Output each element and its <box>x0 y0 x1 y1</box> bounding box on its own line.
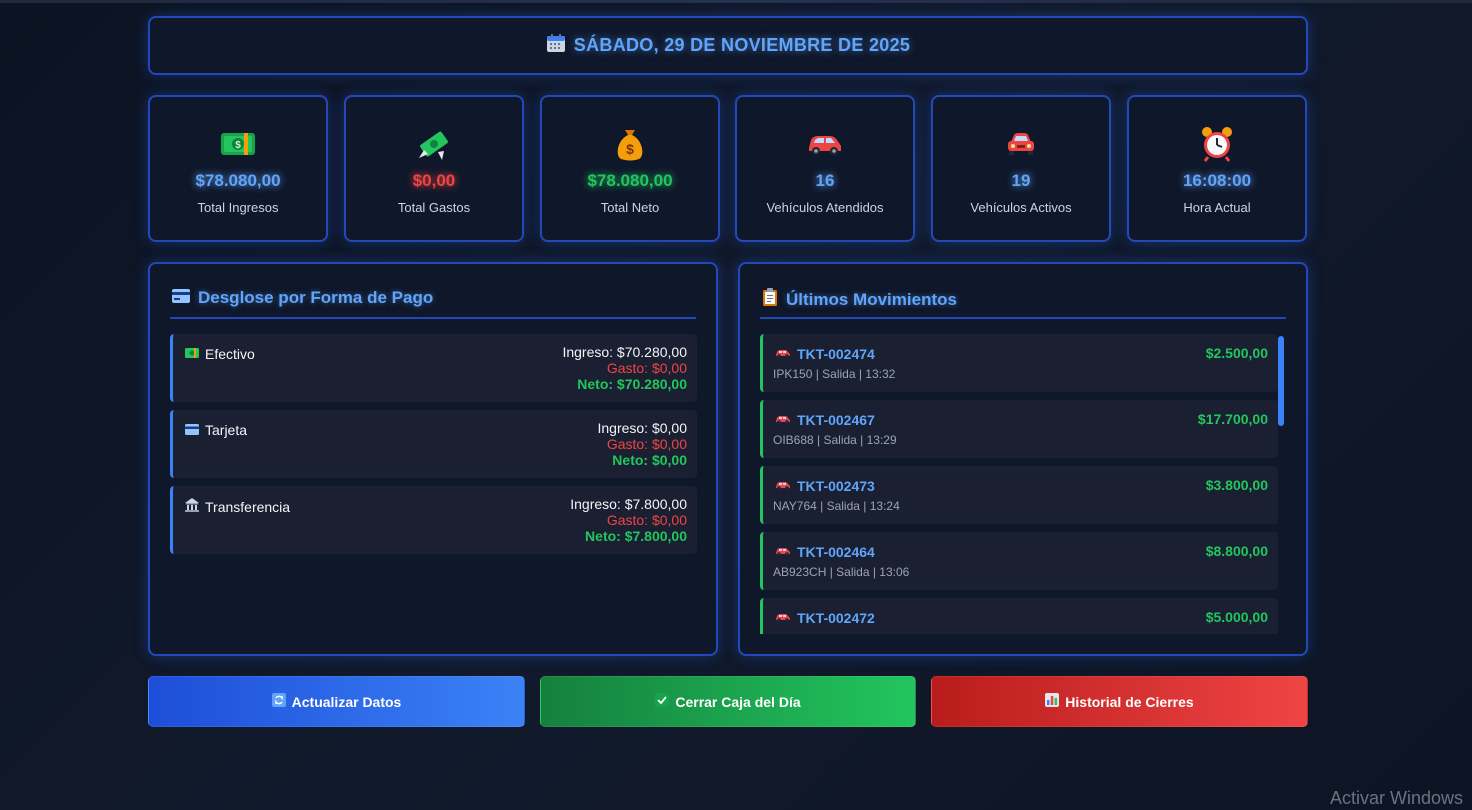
movement-item[interactable]: TKT-002473 NAY764 | Salida | 13:24 $3.80… <box>760 466 1278 524</box>
movements-list[interactable]: TKT-002474 IPK150 | Salida | 13:32 $2.50… <box>760 334 1290 634</box>
payment-breakdown-panel: Desglose por Forma de Pago Efectivo Ingr… <box>148 262 718 656</box>
movement-item[interactable]: TKT-002464 AB923CH | Salida | 13:06 $8.8… <box>760 532 1278 590</box>
movement-ticket: TKT-002474 <box>797 346 875 362</box>
svg-text:$: $ <box>235 140 241 151</box>
money-bag-icon: $ <box>613 127 647 161</box>
stat-value: $78.080,00 <box>195 171 281 190</box>
windows-activation-watermark: Activar Windows <box>1330 788 1464 808</box>
movement-amount: $17.700,00 <box>1197 411 1268 427</box>
refresh-data-button[interactable]: Actualizar Datos <box>148 676 525 727</box>
payment-neto: Neto: $7.800,00 <box>585 528 687 544</box>
movement-item[interactable]: TKT-002472 $5.000,00 <box>760 598 1278 634</box>
close-register-button[interactable]: Cerrar Caja del Día <box>540 676 916 727</box>
car-front-icon <box>1005 127 1037 161</box>
alarm-clock-icon <box>1200 127 1234 162</box>
date-text: SÁBADO, 29 DE NOVIEMBRE DE 2025 <box>573 35 911 55</box>
payment-method-name: Tarjeta <box>205 422 248 438</box>
movement-ticket: TKT-002472 <box>797 610 875 626</box>
payment-gasto: Gasto: $0,00 <box>606 360 687 376</box>
stat-value: $78.080,00 <box>587 171 673 190</box>
payment-neto: Neto: $0,00 <box>612 452 687 468</box>
latest-movements-title: Últimos Movimientos <box>762 288 957 311</box>
payment-gasto: Gasto: $0,00 <box>606 436 687 452</box>
stat-label: Total Ingresos <box>197 200 279 215</box>
movement-amount: $5.000,00 <box>1205 609 1268 625</box>
check-icon <box>655 693 670 710</box>
stat-label: Vehículos Atendidos <box>766 200 884 215</box>
latest-movements-panel: Últimos Movimientos TKT-002474 IPK150 | … <box>738 262 1308 656</box>
payment-method-name: Transferencia <box>205 498 291 515</box>
stat-value: $0,00 <box>412 171 456 190</box>
stat-label: Total Neto <box>600 200 660 215</box>
payment-ingreso: Ingreso: $70.280,00 <box>562 344 687 360</box>
divider <box>760 317 1286 319</box>
payment-ingreso: Ingreso: $0,00 <box>597 420 687 436</box>
car-icon <box>806 127 844 161</box>
movement-item[interactable]: TKT-002467 OIB688 | Salida | 13:29 $17.7… <box>760 400 1278 458</box>
stat-card-total-ingresos: $ $78.080,00 Total Ingresos <box>148 95 328 242</box>
calendar-icon <box>546 33 566 58</box>
movements-scrollbar[interactable] <box>1278 336 1284 426</box>
stat-value: 16:08:00 <box>1182 171 1252 190</box>
car-icon <box>775 412 791 428</box>
bank-icon <box>185 498 199 515</box>
payment-row-efectivo: Efectivo Ingreso: $70.280,00 Gasto: $0,0… <box>170 334 697 402</box>
closing-history-button[interactable]: Historial de Cierres <box>931 676 1308 727</box>
movement-amount: $2.500,00 <box>1205 345 1268 361</box>
stat-card-vehiculos-activos: 19 Vehículos Activos <box>931 95 1111 242</box>
stat-card-vehiculos-atendidos: 16 Vehículos Atendidos <box>735 95 915 242</box>
payment-neto: Neto: $70.280,00 <box>577 376 687 392</box>
payment-breakdown-title: Desglose por Forma de Pago <box>172 288 433 308</box>
movement-detail: IPK150 | Salida | 13:32 <box>773 367 896 381</box>
stat-card-hora-actual: 16:08:00 Hora Actual <box>1127 95 1307 242</box>
movement-ticket: TKT-002467 <box>797 412 875 428</box>
cash-icon <box>185 346 199 362</box>
stat-value: 19 <box>1011 171 1031 190</box>
movement-ticket: TKT-002464 <box>797 544 875 560</box>
car-icon <box>775 346 791 362</box>
stat-label: Hora Actual <box>1183 200 1251 215</box>
money-bill-icon: $ <box>220 127 256 161</box>
payment-row-transferencia: Transferencia Ingreso: $7.800,00 Gasto: … <box>170 486 697 554</box>
card-icon <box>185 422 199 438</box>
movement-detail: NAY764 | Salida | 13:24 <box>773 499 900 513</box>
movement-detail: OIB688 | Salida | 13:29 <box>773 433 897 447</box>
movement-amount: $3.800,00 <box>1205 477 1268 493</box>
car-icon <box>775 544 791 560</box>
movement-item[interactable]: TKT-002474 IPK150 | Salida | 13:32 $2.50… <box>760 334 1278 392</box>
payment-gasto: Gasto: $0,00 <box>606 512 687 528</box>
top-border <box>0 0 1472 3</box>
date-header: SÁBADO, 29 DE NOVIEMBRE DE 2025 <box>148 16 1308 75</box>
credit-card-icon <box>172 288 190 308</box>
clipboard-icon <box>762 288 778 311</box>
movement-amount: $8.800,00 <box>1205 543 1268 559</box>
svg-text:$: $ <box>626 141 634 157</box>
stat-label: Vehículos Activos <box>970 200 1072 215</box>
stat-label: Total Gastos <box>397 200 471 215</box>
movement-detail: AB923CH | Salida | 13:06 <box>773 565 910 579</box>
car-icon <box>775 478 791 494</box>
movement-ticket: TKT-002473 <box>797 478 875 494</box>
payment-method-name: Efectivo <box>205 346 255 362</box>
payment-ingreso: Ingreso: $7.800,00 <box>570 496 687 512</box>
payment-row-tarjeta: Tarjeta Ingreso: $0,00 Gasto: $0,00 Neto… <box>170 410 697 478</box>
refresh-icon <box>271 693 286 710</box>
money-wings-icon <box>416 127 452 161</box>
stat-card-total-gastos: $0,00 Total Gastos <box>344 95 524 242</box>
bar-chart-icon <box>1045 693 1060 710</box>
stat-value: 16 <box>815 171 835 190</box>
car-icon <box>775 610 791 626</box>
divider <box>170 317 696 319</box>
stat-card-total-neto: $ $78.080,00 Total Neto <box>540 95 720 242</box>
